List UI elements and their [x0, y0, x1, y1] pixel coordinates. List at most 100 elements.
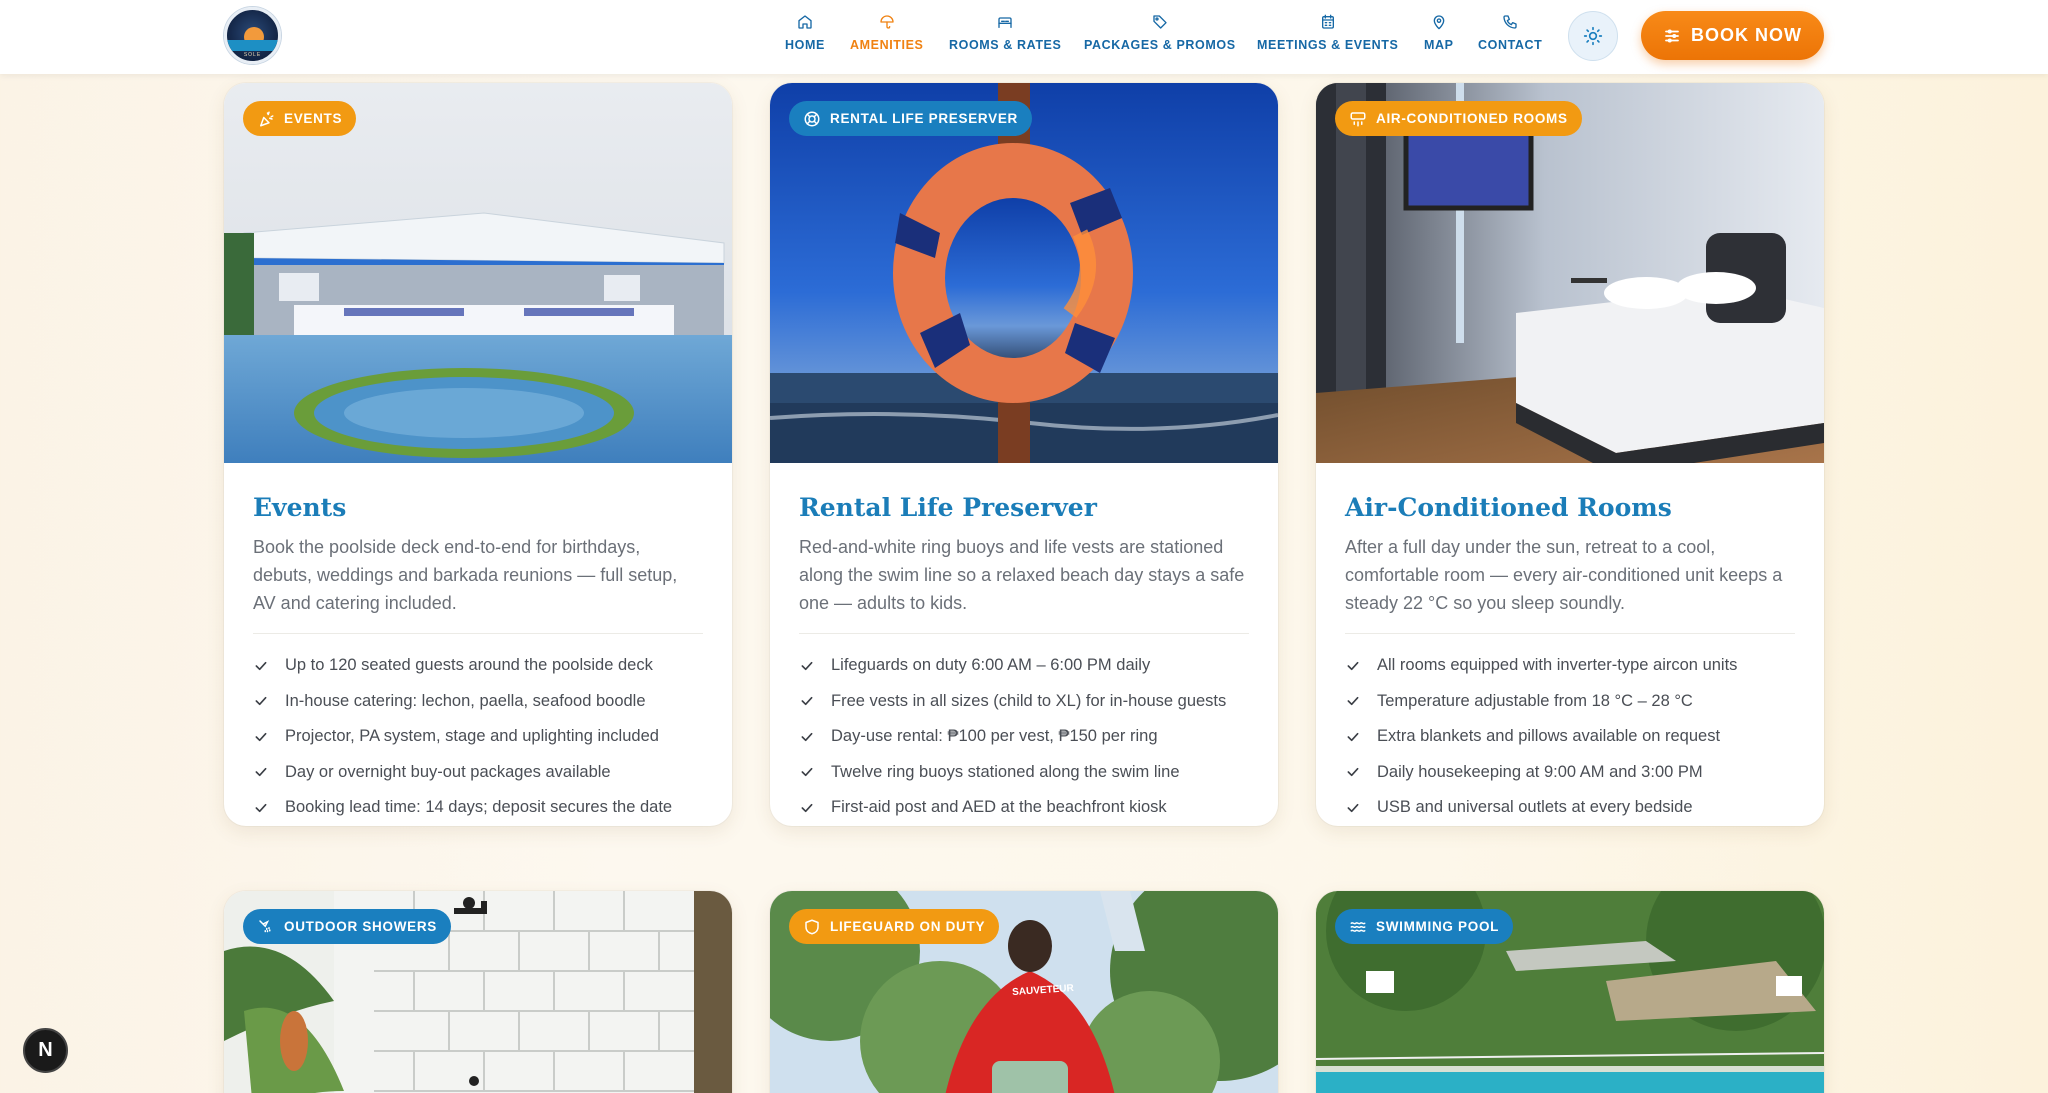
card-badge-aircon: AIR-CONDITIONED ROOMS — [1335, 101, 1582, 136]
nav-rooms-label: ROOMS & RATES — [949, 38, 1062, 52]
dev-tools-button[interactable]: N — [23, 1028, 68, 1073]
aircon-room-photo: AIR-CONDITIONED ROOMS — [1316, 83, 1824, 463]
check-icon — [255, 732, 267, 741]
life-buoy-icon — [804, 111, 820, 126]
check-icon — [1347, 697, 1359, 706]
home-icon — [798, 15, 812, 29]
feature-list: Up to 120 seated guests around the pools… — [253, 648, 703, 826]
card-description: After a full day under the sun, retreat … — [1345, 533, 1795, 634]
book-now-label: BOOK NOW — [1691, 25, 1802, 45]
amenity-card-aircon-rooms[interactable]: AIR-CONDITIONED ROOMS Air-Conditioned Ro… — [1316, 83, 1824, 826]
feature-text: Free vests in all sizes (child to XL) fo… — [831, 691, 1227, 710]
check-icon — [801, 732, 813, 741]
feature-item: USB and universal outlets at every bedsi… — [1345, 790, 1795, 826]
air-vent-icon — [1350, 111, 1366, 126]
feature-text: Daily housekeeping at 9:00 AM and 3:00 P… — [1377, 762, 1703, 781]
feature-text: All rooms equipped with inverter-type ai… — [1377, 656, 1738, 675]
amenity-card-swimming-pool[interactable]: SWIMMING POOL — [1316, 891, 1824, 1093]
badge-label: SWIMMING POOL — [1376, 919, 1500, 934]
amenity-card-lifeguard[interactable]: LIFEGUARD ON DUTY SAUVETEUR — [770, 891, 1278, 1093]
nav-contact[interactable]: CONTACT — [1478, 14, 1542, 58]
feature-item: Free vests in all sizes (child to XL) fo… — [799, 684, 1249, 720]
events-photo: EVENTS — [224, 83, 732, 463]
check-icon — [255, 661, 267, 670]
feature-item: Lifeguards on duty 6:00 AM – 6:00 PM dai… — [799, 648, 1249, 684]
waves-icon — [1350, 921, 1366, 932]
card-title: Air-Conditioned Rooms — [1345, 493, 1672, 522]
check-icon — [1347, 803, 1359, 812]
feature-text: USB and universal outlets at every bedsi… — [1377, 798, 1693, 817]
sliders-icon — [1665, 28, 1679, 43]
feature-text: Twelve ring buoys stationed along the sw… — [831, 762, 1180, 781]
feature-text: Lifeguards on duty 6:00 AM – 6:00 PM dai… — [831, 656, 1151, 675]
umbrella-icon — [880, 15, 894, 29]
badge-label: LIFEGUARD ON DUTY — [830, 919, 986, 934]
check-icon — [1347, 768, 1359, 777]
nav-amenities-label: AMENITIES — [850, 38, 924, 52]
check-icon — [801, 803, 813, 812]
nav-rooms-rates[interactable]: ROOMS & RATES — [949, 14, 1061, 58]
outdoor-showers-photo: OUTDOOR SHOWERS — [224, 891, 732, 1093]
check-icon — [255, 803, 267, 812]
top-nav-bar: SOLE HOME AMENITIES ROOMS & RATES PACKAG… — [0, 0, 2048, 74]
check-icon — [1347, 661, 1359, 670]
feature-text: Extra blankets and pillows available on … — [1377, 727, 1721, 746]
feature-text: Day or overnight buy-out packages availa… — [285, 762, 611, 781]
badge-label: RENTAL LIFE PRESERVER — [830, 111, 1018, 126]
feature-item: Daily housekeeping at 9:00 AM and 3:00 P… — [1345, 755, 1795, 791]
nav-packages-promos[interactable]: PACKAGES & PROMOS — [1084, 14, 1236, 58]
card-badge-swimming-pool: SWIMMING POOL — [1335, 909, 1514, 944]
resort-logo[interactable]: SOLE — [224, 7, 281, 64]
nav-contact-label: CONTACT — [1478, 38, 1543, 52]
nav-packages-label: PACKAGES & PROMOS — [1084, 38, 1236, 52]
feature-item: Day or overnight buy-out packages availa… — [253, 755, 703, 791]
feature-item: Booking lead time: 14 days; deposit secu… — [253, 790, 703, 826]
lifeguard-photo: LIFEGUARD ON DUTY SAUVETEUR — [770, 891, 1278, 1093]
feature-text: Booking lead time: 14 days; deposit secu… — [285, 798, 673, 817]
check-icon — [1347, 732, 1359, 741]
nav-home-label: HOME — [785, 38, 825, 52]
nav-meetings-events[interactable]: MEETINGS & EVENTS — [1257, 14, 1398, 58]
card-description: Book the poolside deck end-to-end for bi… — [253, 533, 703, 634]
card-badge-events: EVENTS — [243, 101, 357, 136]
check-icon — [255, 768, 267, 777]
life-preserver-photo: RENTAL LIFE PRESERVER — [770, 83, 1278, 463]
feature-text: First-aid post and AED at the beachfront… — [831, 798, 1167, 817]
nav-map[interactable]: MAP — [1424, 14, 1454, 58]
check-icon — [801, 697, 813, 706]
nav-amenities[interactable]: AMENITIES — [850, 14, 923, 58]
shower-head-icon — [259, 919, 271, 932]
feature-item: Temperature adjustable from 18 °C – 28 °… — [1345, 684, 1795, 720]
theme-toggle-button[interactable] — [1568, 11, 1618, 61]
dev-tools-label: N — [38, 1039, 53, 1061]
feature-text: Temperature adjustable from 18 °C – 28 °… — [1377, 691, 1693, 710]
book-now-button[interactable]: BOOK NOW — [1641, 11, 1824, 60]
nav-home[interactable]: HOME — [785, 14, 825, 58]
feature-item: Up to 120 seated guests around the pools… — [253, 648, 703, 684]
feature-list: Lifeguards on duty 6:00 AM – 6:00 PM dai… — [799, 648, 1249, 826]
card-title: Rental Life Preserver — [799, 493, 1097, 522]
amenity-card-events[interactable]: EVENTS Events Book the poolside deck end… — [224, 83, 732, 826]
nav-meetings-label: MEETINGS & EVENTS — [1257, 38, 1399, 52]
feature-item: Projector, PA system, stage and uplighti… — [253, 719, 703, 755]
check-icon — [801, 768, 813, 777]
badge-label: AIR-CONDITIONED ROOMS — [1376, 111, 1568, 126]
feature-item: First-aid post and AED at the beachfront… — [799, 790, 1249, 826]
map-pin-icon — [1433, 15, 1445, 30]
feature-text: In-house catering: lechon, paella, seafo… — [285, 691, 646, 710]
bed-icon — [998, 17, 1012, 28]
feature-item: Day-use rental: ₱100 per vest, ₱150 per … — [799, 719, 1249, 755]
badge-label: EVENTS — [284, 111, 343, 126]
feature-list: All rooms equipped with inverter-type ai… — [1345, 648, 1795, 826]
shield-icon — [805, 919, 819, 934]
badge-label: OUTDOOR SHOWERS — [284, 919, 438, 934]
card-badge-outdoor-showers: OUTDOOR SHOWERS — [243, 909, 452, 944]
swimming-pool-photo: SWIMMING POOL — [1316, 891, 1824, 1093]
tag-icon — [1153, 15, 1167, 29]
party-popper-icon — [260, 111, 274, 126]
amenity-card-outdoor-showers[interactable]: OUTDOOR SHOWERS — [224, 891, 732, 1093]
feature-item: All rooms equipped with inverter-type ai… — [1345, 648, 1795, 684]
card-title: Events — [253, 493, 347, 522]
amenity-card-life-preserver[interactable]: RENTAL LIFE PRESERVER Rental Life Preser… — [770, 83, 1278, 826]
feature-text: Day-use rental: ₱100 per vest, ₱150 per … — [831, 727, 1158, 746]
